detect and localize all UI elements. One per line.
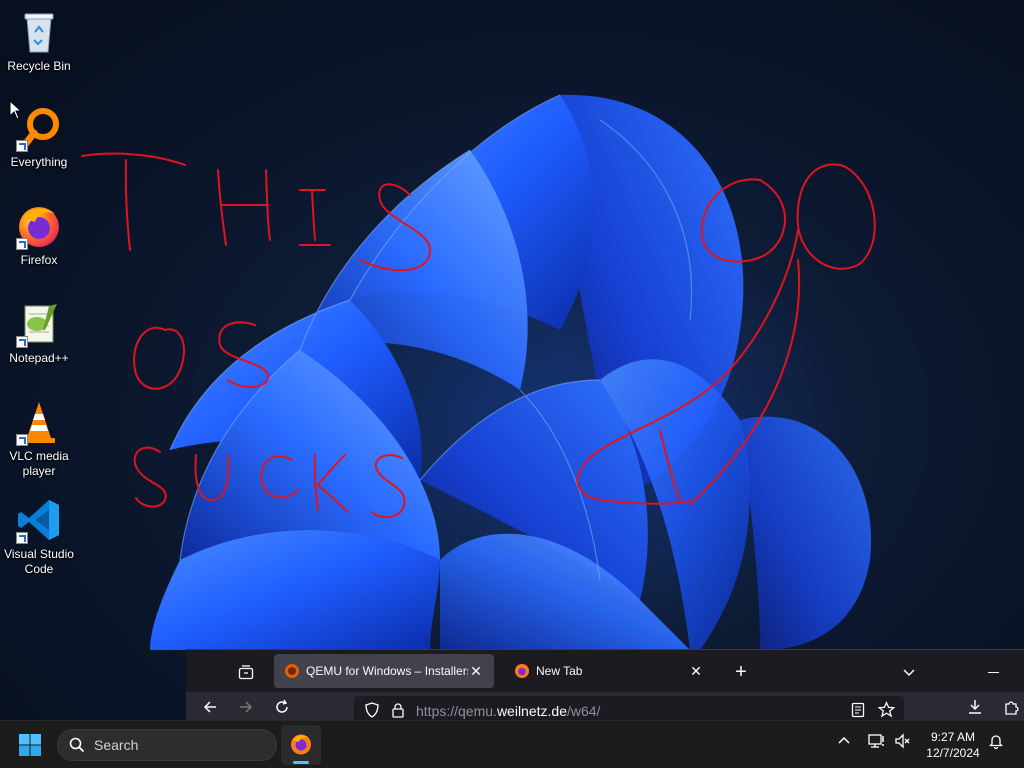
bell-icon xyxy=(988,735,1004,750)
desktop-icon-recycle-bin[interactable]: Recycle Bin xyxy=(2,8,76,74)
shortcut-arrow-icon xyxy=(16,532,28,544)
wallpaper-bloom xyxy=(150,94,872,650)
downloads-button[interactable] xyxy=(961,694,989,720)
mouse-cursor-icon xyxy=(9,100,23,120)
clock-date: 12/7/2024 xyxy=(926,746,980,760)
url-text[interactable]: https://qemu.weilnetz.de/w64/ xyxy=(416,703,600,719)
start-button[interactable] xyxy=(16,731,44,759)
firefox-icon xyxy=(15,202,63,250)
chevron-down-icon xyxy=(903,669,915,677)
desktop-icon-label: Visual Studio Code xyxy=(4,547,74,576)
recycle-bin-icon xyxy=(15,8,63,56)
desktop-icon-vlc[interactable]: VLC media player xyxy=(2,398,76,479)
close-tab-icon[interactable]: ✕ xyxy=(688,663,704,680)
desktop-icon-label: Firefox xyxy=(20,253,58,267)
firefox-icon xyxy=(291,734,311,755)
back-button[interactable] xyxy=(196,694,224,720)
search-icon xyxy=(69,737,85,753)
new-tab-button[interactable]: + xyxy=(725,656,757,688)
desktop-icon-label: Recycle Bin xyxy=(7,59,71,73)
running-app-indicator xyxy=(293,761,309,764)
extensions-button[interactable] xyxy=(997,694,1024,720)
network-status-button[interactable] xyxy=(868,733,886,752)
arrow-right-icon xyxy=(240,701,253,713)
tab-new-tab[interactable]: New Tab ✕ xyxy=(504,654,714,688)
reload-icon xyxy=(276,699,288,713)
firefox-favicon-icon xyxy=(515,664,529,678)
qemu-favicon-icon xyxy=(285,664,299,678)
taskbar-firefox-button[interactable] xyxy=(281,725,321,765)
list-all-tabs-button[interactable] xyxy=(893,656,925,688)
firefox-view-button[interactable] xyxy=(230,656,262,688)
desktop-icon-firefox[interactable]: Firefox xyxy=(2,202,76,268)
tab-title: New Tab xyxy=(536,664,583,678)
reader-view-icon[interactable] xyxy=(850,702,866,718)
chevron-up-icon xyxy=(838,736,850,744)
tab-qemu[interactable]: QEMU for Windows – Installers ✕ xyxy=(274,654,494,688)
minimize-window-button[interactable] xyxy=(977,656,1009,688)
notifications-button[interactable] xyxy=(988,733,1004,752)
firefox-nav-bar: https://qemu.weilnetz.de/w64/ xyxy=(186,692,1024,720)
forward-button[interactable] xyxy=(232,694,260,720)
tracking-protection-shield-icon[interactable] xyxy=(364,702,380,718)
shortcut-arrow-icon xyxy=(16,140,28,152)
taskbar: Search 9:27 AM 12/7/2024 xyxy=(0,720,1024,768)
desktop-icon-label: VLC media player xyxy=(9,449,69,478)
desktop-icon-label: Notepad++ xyxy=(9,351,69,365)
desktop-icon-label: Everything xyxy=(10,155,68,169)
shortcut-arrow-icon xyxy=(16,434,28,446)
lock-icon[interactable] xyxy=(390,702,406,718)
taskbar-search-box[interactable]: Search xyxy=(57,729,277,761)
tab-title: QEMU for Windows – Installers xyxy=(306,664,468,678)
plus-icon: + xyxy=(735,660,747,683)
clock-time: 9:27 AM xyxy=(930,730,976,744)
url-domain: weilnetz.de xyxy=(496,703,567,719)
speaker-muted-icon xyxy=(895,733,910,749)
windows-logo-icon xyxy=(19,734,41,756)
show-hidden-icons-button[interactable] xyxy=(836,733,852,752)
volume-button[interactable] xyxy=(894,733,912,752)
shortcut-arrow-icon xyxy=(16,336,28,348)
reload-button[interactable] xyxy=(268,694,296,720)
desktop: Recycle Bin Everything Firefox Notepad++… xyxy=(0,0,1024,720)
close-tab-icon[interactable]: ✕ xyxy=(468,663,484,680)
firefox-tab-bar: QEMU for Windows – Installers ✕ New Tab … xyxy=(186,650,1024,692)
desktop-icon-vscode[interactable]: Visual Studio Code xyxy=(2,496,76,577)
bookmark-star-icon[interactable] xyxy=(878,701,895,718)
firefox-window: QEMU for Windows – Installers ✕ New Tab … xyxy=(186,649,1024,720)
shortcut-arrow-icon xyxy=(16,238,28,250)
download-icon xyxy=(969,700,981,714)
taskbar-clock[interactable]: 9:27 AM 12/7/2024 xyxy=(920,729,986,761)
network-disconnected-icon xyxy=(868,734,884,748)
minimize-icon xyxy=(987,671,999,673)
puzzle-piece-icon xyxy=(1005,701,1019,715)
firefox-view-icon xyxy=(238,665,254,680)
notepad-plus-plus-icon xyxy=(15,300,63,348)
desktop-icon-notepad-plus-plus[interactable]: Notepad++ xyxy=(2,300,76,366)
url-bar[interactable]: https://qemu.weilnetz.de/w64/ xyxy=(354,696,904,720)
url-prefix: https://qemu. xyxy=(416,703,497,719)
vlc-cone-icon xyxy=(15,398,63,446)
arrow-left-icon xyxy=(203,701,216,713)
vscode-icon xyxy=(15,496,63,544)
search-label: Search xyxy=(94,737,139,753)
url-path: /w64/ xyxy=(566,703,601,719)
